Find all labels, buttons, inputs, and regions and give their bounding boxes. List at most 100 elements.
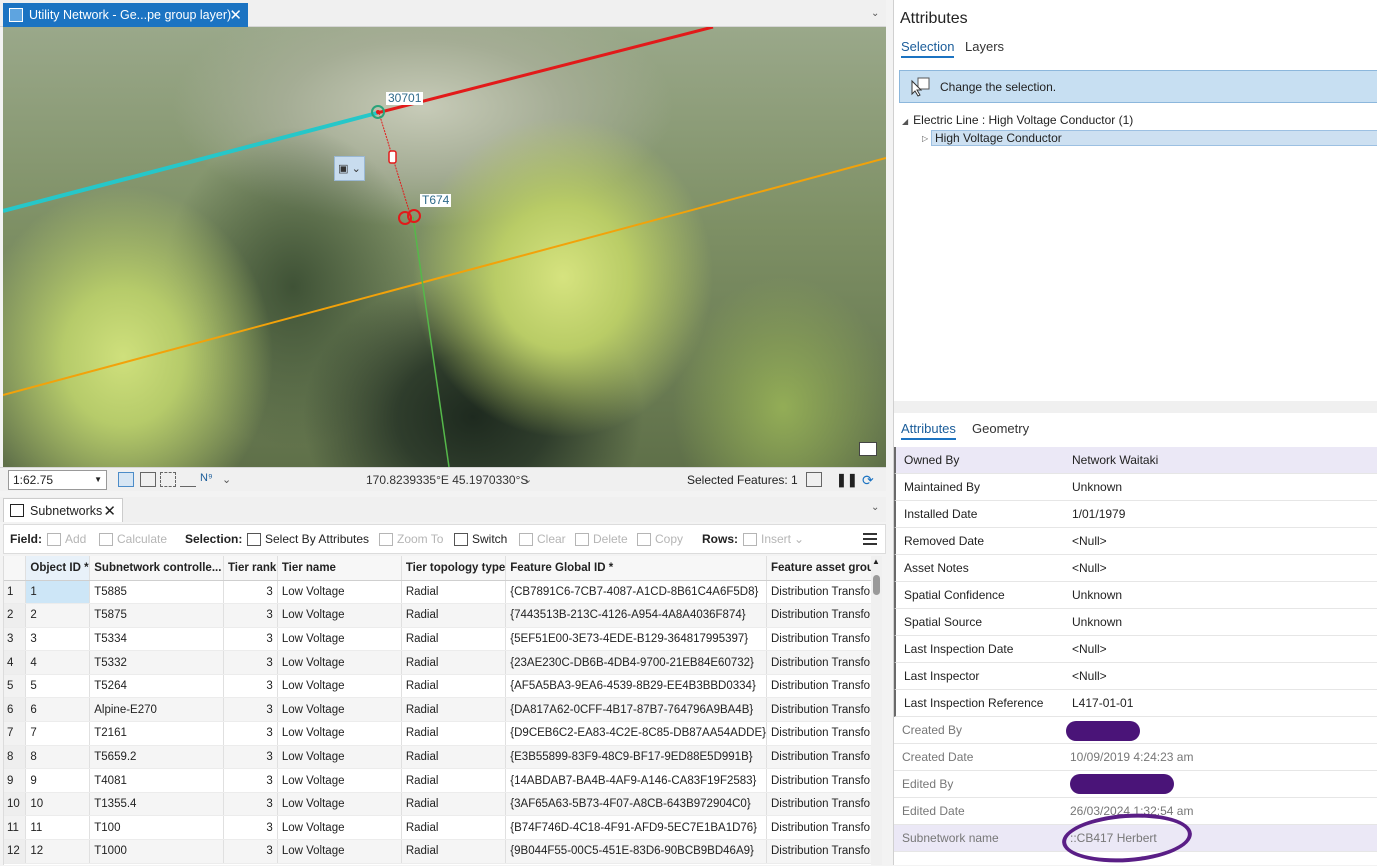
attribute-value[interactable]: <Null> [1072,561,1377,575]
north-arrow-icon[interactable]: N⁹ [200,472,216,487]
attribute-row[interactable]: Subnetwork name::CB417 Herbert [894,809,1377,866]
table-menu-icon[interactable] [863,533,877,545]
object-id-cell[interactable]: 1 [25,580,91,605]
tier-rank-cell[interactable]: 3 [223,745,278,770]
delete-button[interactable]: Delete [575,532,628,546]
object-id-cell[interactable]: 9 [25,768,91,793]
tier-name-cell[interactable]: Low Voltage [277,815,402,841]
map-view-tab[interactable]: Utility Network - Ge...pe group layer) ✕ [3,3,248,27]
tier-topology-type-cell[interactable]: Radial [401,674,507,699]
subnetworks-tab[interactable]: Subnetworks ✕ [3,498,123,522]
row-number[interactable]: 12 [4,839,27,864]
scrollbar-thumb[interactable] [873,575,880,595]
object-id-cell[interactable]: 12 [25,839,91,864]
subnetwork-controller-cell[interactable]: T4081 [89,768,224,793]
tier-topology-type-cell[interactable]: Radial [401,745,507,770]
row-number[interactable]: 6 [4,697,27,723]
subnetwork-controller-cell[interactable]: T1355.4 [89,792,224,817]
table-row[interactable]: 8 8 T5659.2 3 Low Voltage Radial {E3B55899-83F… [4,745,882,770]
refresh-icon[interactable]: ⟳ [862,472,878,488]
object-id-cell[interactable]: 5 [25,674,91,699]
table-row[interactable]: 9 9 T4081 3 Low Voltage Radial {14ABDAB7-BA4B-… [4,768,882,793]
attribute-value[interactable]: <Null> [1072,669,1377,683]
tier-name-cell[interactable]: Low Voltage [277,627,402,652]
attribute-row[interactable]: Last Inspector <Null> [894,663,1377,690]
table-row[interactable]: 10 10 T1355.4 3 Low Voltage Radial {3AF65A63-5… [4,792,882,817]
object-id-cell[interactable]: 11 [25,815,91,841]
tier-topology-type-cell[interactable]: Radial [401,603,507,628]
subnetwork-controller-cell[interactable]: T5332 [89,650,224,675]
feature-global-id-cell[interactable]: {7443513B-213C-4126-A954-4A8A4036F874} [505,603,767,628]
feature-global-id-cell[interactable]: {DA817A62-0CFF-4B17-87B7-764796A9BA4B} [505,697,767,723]
feature-global-id-cell[interactable]: {CB7891C6-7CB7-4087-A1CD-8B61C4A6F5D8} [505,580,767,605]
tier-topology-type-cell[interactable]: Radial [401,721,507,746]
tier-topology-type-cell[interactable]: Radial [401,792,507,817]
scale-dropdown[interactable]: 1:62.75 ▼ [8,470,107,490]
attribute-row[interactable]: Spatial Source Unknown [894,609,1377,636]
object-id-cell[interactable]: 4 [25,650,91,675]
attribute-row[interactable]: Removed Date <Null> [894,528,1377,555]
tier-topology-type-cell[interactable]: Radial [401,697,507,723]
tier-name-cell[interactable]: Low Voltage [277,674,402,699]
feature-asset-group-cell[interactable]: Distribution Transfo [766,674,882,699]
calculate-field-button[interactable]: Calculate [99,532,167,546]
table-row[interactable]: 6 6 Alpine-E270 3 Low Voltage Radial {DA817A62… [4,697,882,723]
tab-layers[interactable]: Layers [965,39,1004,54]
close-icon[interactable]: ✕ [229,6,242,24]
table-row[interactable]: 1 1 T5885 3 Low Voltage Radial {CB7891C6-7CB7-… [4,580,882,605]
feature-global-id-cell[interactable]: {D9CEB6C2-EA83-4C2E-8C85-DB87AA54ADDE} [505,721,767,746]
feature-global-id-cell[interactable]: {9B044F55-00C5-451E-83D6-90BCB9BD46A9} [505,839,767,864]
table-toggle-icon[interactable] [806,472,822,487]
tab-selection[interactable]: Selection [901,39,955,58]
feature-global-id-cell[interactable]: {5EF51E00-3E73-4EDE-B129-364817995397} [505,627,767,652]
attribute-value[interactable]: Unknown [1072,615,1377,629]
row-number[interactable]: 11 [4,815,27,841]
subnetwork-controller-cell[interactable]: Alpine-E270 [89,697,224,723]
column-header-subnetwork-controller[interactable]: Subnetwork controlle... [89,556,224,581]
switch-selection-button[interactable]: Switch [454,532,507,546]
attribute-row[interactable]: Last Inspection Date <Null> [894,636,1377,663]
subnetwork-controller-cell[interactable]: T5885 [89,580,224,605]
tier-rank-cell[interactable]: 3 [223,839,278,864]
tier-rank-cell[interactable]: 3 [223,721,278,746]
row-number[interactable]: 1 [4,580,27,605]
tier-rank-cell[interactable]: 3 [223,815,278,841]
feature-global-id-cell[interactable]: {AF5A5BA3-9EA6-4539-8B29-EE4B3BBD0334} [505,674,767,699]
row-number[interactable]: 7 [4,721,27,746]
feature-asset-group-cell[interactable]: Distribution Transfo [766,839,882,864]
column-header-feature-asset-group[interactable]: Feature asset group [766,556,882,581]
object-id-cell[interactable]: 6 [25,697,91,723]
feature-asset-group-cell[interactable]: Distribution Transfo [766,580,882,605]
feature-asset-group-cell[interactable]: Distribution Transfo [766,792,882,817]
chevron-down-icon[interactable]: ⌄ [871,8,879,19]
layout-icon[interactable] [859,442,877,456]
object-id-cell[interactable]: 8 [25,745,91,770]
add-field-button[interactable]: Add [47,532,86,546]
attribute-value[interactable]: Unknown [1072,588,1377,602]
feature-asset-group-cell[interactable]: Distribution Transfo [766,815,882,841]
tier-name-cell[interactable]: Low Voltage [277,697,402,723]
tier-rank-cell[interactable]: 3 [223,603,278,628]
tab-attributes[interactable]: Attributes [901,421,956,440]
object-id-cell[interactable]: 10 [25,792,91,817]
attribute-row[interactable]: Spatial Confidence Unknown [894,582,1377,609]
attribute-value[interactable]: Network Waitaki [1072,453,1377,467]
feature-global-id-cell[interactable]: {3AF65A63-5B73-4F07-A8CB-643B972904C0} [505,792,767,817]
copy-button[interactable]: Copy [637,532,683,546]
tier-rank-cell[interactable]: 3 [223,580,278,605]
attribute-row[interactable]: Owned By Network Waitaki [894,447,1377,474]
table-row[interactable]: 4 4 T5332 3 Low Voltage Radial {23AE230C-DB6B-… [4,650,882,675]
row-number[interactable]: 10 [4,792,27,817]
tier-name-cell[interactable]: Low Voltage [277,839,402,864]
tier-rank-cell[interactable]: 3 [223,697,278,723]
attribute-row[interactable]: Asset Notes <Null> [894,555,1377,582]
table-row[interactable]: 5 5 T5264 3 Low Voltage Radial {AF5A5BA3-9EA6-… [4,674,882,699]
snapping-icon[interactable] [118,472,134,487]
tier-rank-cell[interactable]: 3 [223,674,278,699]
attribute-value[interactable]: Unknown [1072,480,1377,494]
table-row[interactable]: 12 12 T1000 3 Low Voltage Radial {9B044F55-00C… [4,839,882,864]
subnetwork-controller-cell[interactable]: T5264 [89,674,224,699]
tier-rank-cell[interactable]: 3 [223,792,278,817]
subnetwork-controller-cell[interactable]: T100 [89,815,224,841]
pane-splitter[interactable] [894,401,1377,413]
